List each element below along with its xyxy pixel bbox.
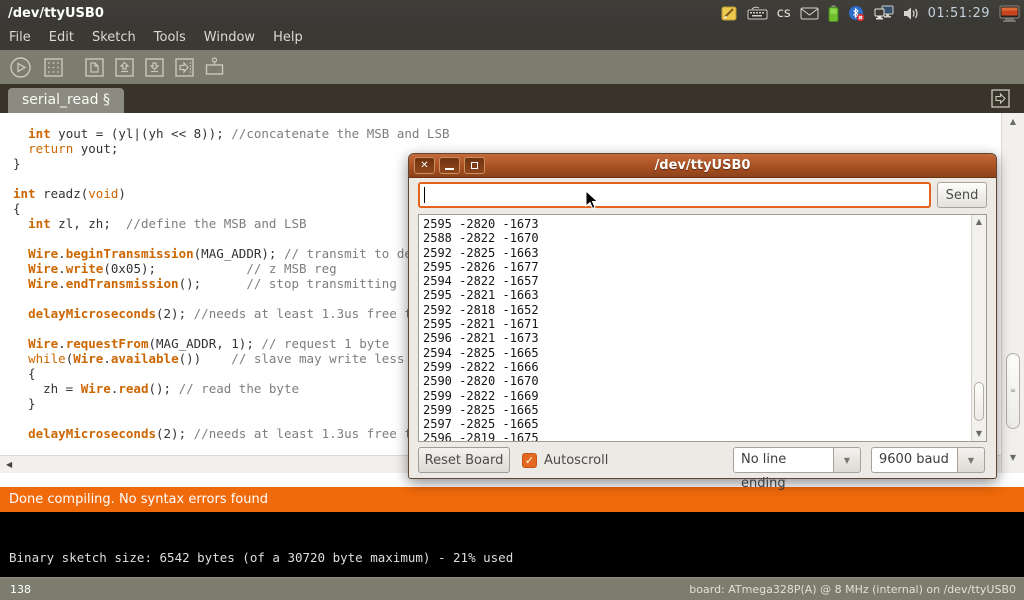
- tab-menu-icon[interactable]: [991, 89, 1010, 112]
- notes-icon[interactable]: [721, 5, 738, 22]
- top-panel: /dev/ttyUSB0 cs 01:51:: [0, 0, 1024, 26]
- scroll-up-icon[interactable]: ▲: [1002, 117, 1024, 127]
- serial-row: 2595 -2821 -1663: [423, 288, 982, 302]
- serial-row: 2592 -2825 -1663: [423, 246, 982, 260]
- serial-row: 2592 -2818 -1652: [423, 303, 982, 317]
- scroll-up-icon[interactable]: ▲: [972, 217, 986, 227]
- serial-row: 2594 -2822 -1657: [423, 274, 982, 288]
- text-caret: [424, 187, 425, 203]
- chevron-down-icon[interactable]: ▼: [833, 447, 861, 473]
- serial-row: 2596 -2819 -1675: [423, 431, 982, 442]
- code-line: int yout = (yl|(yh << 8)); //concatenate…: [13, 126, 1001, 141]
- menu-item-tools[interactable]: Tools: [145, 26, 195, 50]
- upload-button[interactable]: [172, 55, 196, 79]
- chevron-down-icon[interactable]: ▼: [957, 447, 985, 473]
- tab-serial-read[interactable]: serial_read §: [8, 88, 124, 113]
- line-ending-select[interactable]: No line ending ▼: [733, 447, 861, 473]
- serial-monitor-button[interactable]: [202, 55, 226, 79]
- bluetooth-icon[interactable]: [848, 5, 865, 22]
- autoscroll-checkbox[interactable]: ✓: [522, 453, 537, 468]
- scroll-left-icon[interactable]: ◀: [6, 460, 12, 469]
- menu-item-edit[interactable]: Edit: [40, 26, 83, 50]
- screen: /dev/ttyUSB0 cs 01:51:: [0, 0, 1024, 600]
- reset-board-button[interactable]: Reset Board: [418, 447, 510, 473]
- network-icon[interactable]: [874, 5, 894, 21]
- new-button[interactable]: [82, 55, 106, 79]
- serial-input[interactable]: [418, 182, 931, 208]
- menu-item-window[interactable]: Window: [195, 26, 264, 50]
- clock[interactable]: 01:51:29: [928, 6, 990, 21]
- footer-status: 138 board: ATmega328P(A) @ 8 MHz (intern…: [0, 577, 1024, 600]
- serial-row: 2599 -2822 -1666: [423, 360, 982, 374]
- status-bar: Done compiling. No syntax errors found: [0, 487, 1024, 512]
- send-button[interactable]: Send: [937, 182, 987, 208]
- status-message: Done compiling. No syntax errors found: [9, 492, 268, 507]
- menu-item-help[interactable]: Help: [264, 26, 312, 50]
- stop-button[interactable]: [41, 55, 65, 79]
- line-number: 138: [0, 583, 31, 596]
- serial-row: 2596 -2821 -1673: [423, 331, 982, 345]
- serial-scroll-thumb[interactable]: [974, 382, 984, 420]
- console-text: Binary sketch size: 6542 bytes (of a 307…: [9, 550, 513, 565]
- mouse-cursor: [585, 190, 599, 210]
- menu-item-file[interactable]: File: [0, 26, 40, 50]
- system-tray: cs 01:51:29: [721, 5, 1024, 22]
- autoscroll-label: Autoscroll: [544, 453, 608, 468]
- serial-row: 2599 -2825 -1665: [423, 403, 982, 417]
- session-icon[interactable]: [999, 5, 1020, 22]
- serial-row: 2595 -2820 -1673: [423, 217, 982, 231]
- board-info: board: ATmega328P(A) @ 8 MHz (internal) …: [689, 583, 1024, 596]
- baud-rate-value[interactable]: 9600 baud: [871, 447, 957, 473]
- serial-row: 2588 -2822 -1670: [423, 231, 982, 245]
- serial-row: 2599 -2822 -1669: [423, 389, 982, 403]
- serial-monitor-window: ✕ /dev/ttyUSB0 Send 2595 -2820 -16732588…: [408, 153, 997, 479]
- toolbar: [0, 50, 1024, 84]
- serial-row: 2597 -2825 -1665: [423, 417, 982, 431]
- serial-scrollbar[interactable]: ▲ ▼: [971, 215, 986, 441]
- serial-row: 2594 -2825 -1665: [423, 346, 982, 360]
- save-button[interactable]: [142, 55, 166, 79]
- menu-bar: FileEditSketchToolsWindowHelp: [0, 26, 1024, 50]
- serial-output-area[interactable]: 2595 -2820 -16732588 -2822 -16702592 -28…: [418, 214, 987, 442]
- volume-icon[interactable]: [903, 6, 919, 21]
- scroll-down-icon[interactable]: ▼: [972, 429, 986, 439]
- serial-row: 2590 -2820 -1670: [423, 374, 982, 388]
- window-title: /dev/ttyUSB0: [0, 6, 104, 21]
- serial-row: 2595 -2826 -1677: [423, 260, 982, 274]
- tab-bar: serial_read §: [0, 84, 1024, 113]
- battery-icon[interactable]: [828, 5, 839, 22]
- line-ending-value[interactable]: No line ending: [733, 447, 833, 473]
- open-button[interactable]: [112, 55, 136, 79]
- verify-button[interactable]: [8, 55, 32, 79]
- baud-rate-select[interactable]: 9600 baud ▼: [871, 447, 985, 473]
- editor-vertical-scrollbar[interactable]: ▲ ≡ ▼: [1001, 113, 1024, 473]
- serial-output: 2595 -2820 -16732588 -2822 -16702592 -28…: [419, 215, 986, 442]
- serial-monitor-titlebar[interactable]: ✕ /dev/ttyUSB0: [409, 154, 996, 178]
- serial-row: 2595 -2821 -1671: [423, 317, 982, 331]
- editor-scroll-thumb[interactable]: ≡: [1006, 353, 1020, 429]
- mail-icon[interactable]: [800, 7, 819, 20]
- menu-item-sketch[interactable]: Sketch: [83, 26, 145, 50]
- keyboard-icon[interactable]: [747, 6, 768, 20]
- serial-monitor-title: /dev/ttyUSB0: [409, 154, 996, 178]
- console-output: Binary sketch size: 6542 bytes (of a 307…: [0, 512, 1024, 577]
- scroll-down-icon[interactable]: ▼: [1002, 453, 1024, 463]
- keyboard-layout-label[interactable]: cs: [777, 6, 791, 21]
